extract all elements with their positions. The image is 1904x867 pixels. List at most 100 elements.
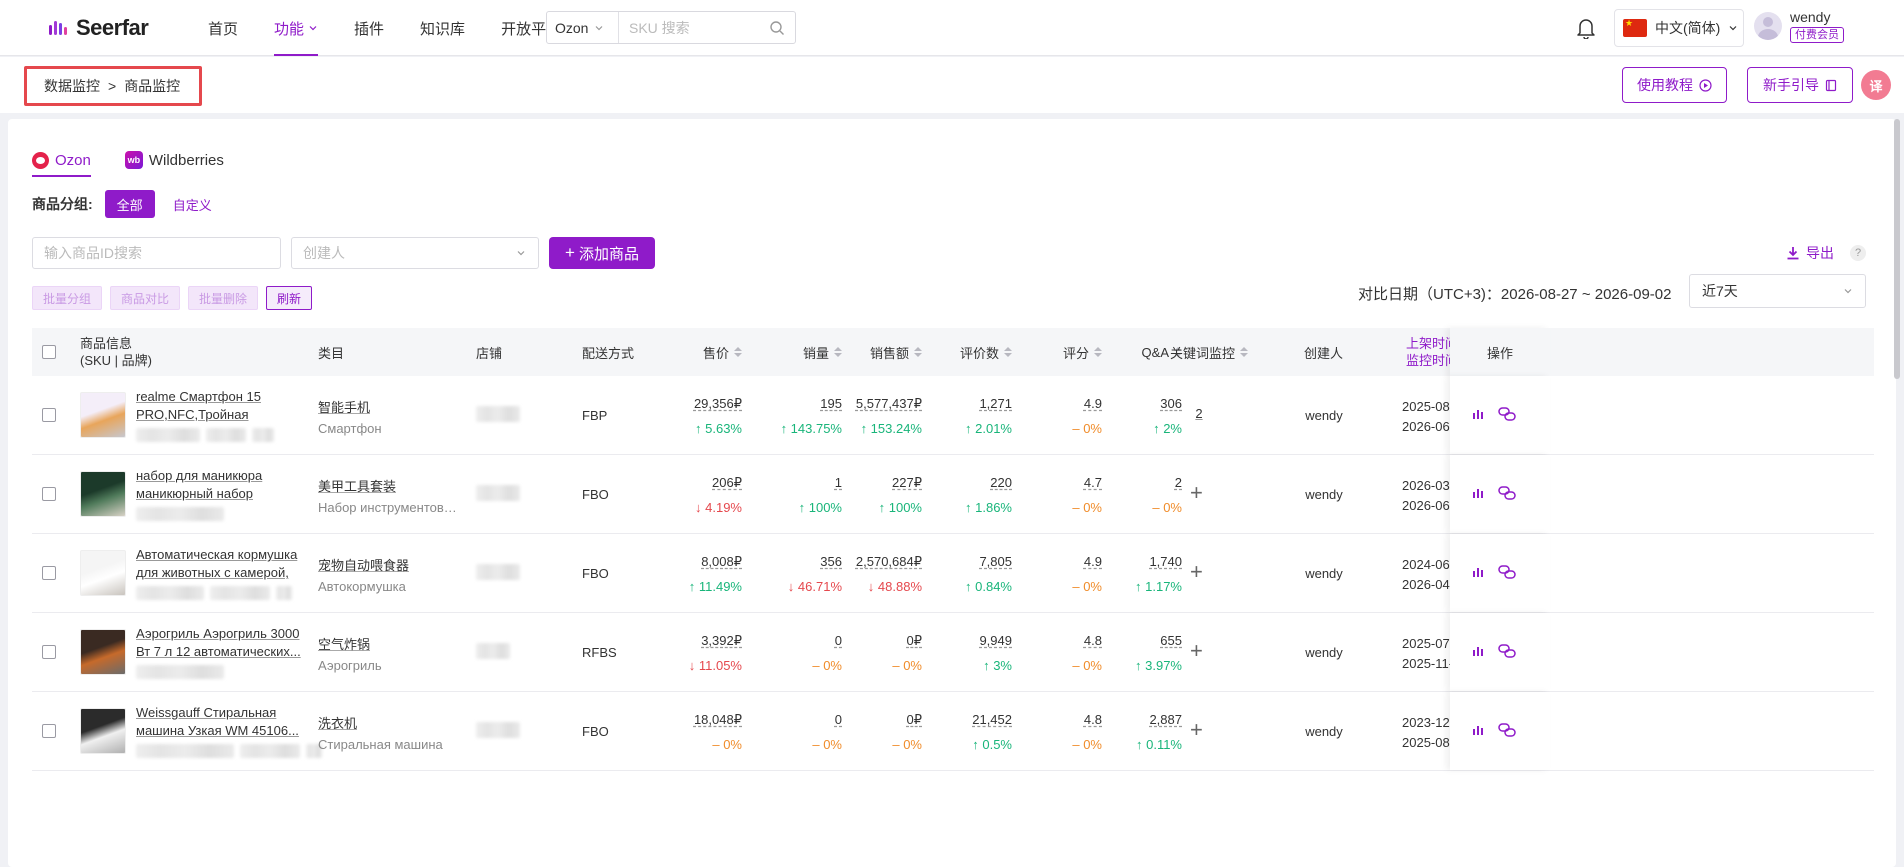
qa-value[interactable]: 2 [1102,475,1182,490]
keyword-count[interactable]: 2 [1179,406,1219,421]
product-name-link[interactable]: Weissgauff Стиральная машина Узкая WM 45… [136,704,306,740]
checkbox[interactable] [42,566,56,580]
reviews-value[interactable]: 7,805 [932,554,1012,569]
price-value[interactable]: 206₽ [662,475,742,491]
product-name-link[interactable]: Аэрогриль Аэрогриль 3000 Вт 7 л 12 автом… [136,625,306,661]
add-keyword-button[interactable]: + [1190,561,1203,583]
translate-icon[interactable]: 译 [1861,70,1891,100]
export-button[interactable]: 导出 ? [1786,243,1866,263]
bar-chart-icon[interactable] [1472,645,1484,657]
link-icon[interactable] [1498,564,1516,580]
bell-icon[interactable] [1576,17,1596,39]
category-cn[interactable]: 智能手机 [318,397,370,416]
link-icon[interactable] [1498,485,1516,501]
col-keywords[interactable]: 关键词监控 [1170,328,1249,376]
product-name-link[interactable]: Автоматическая кормушка для животных с к… [136,546,306,582]
category-cn[interactable]: 空气炸锅 [318,634,370,653]
sales-value[interactable]: 356 [762,554,842,569]
add-product-button[interactable]: + 添加商品 [549,237,655,269]
user-menu[interactable]: wendy 付费会员 [1754,9,1844,43]
product-id-search-input[interactable]: 输入商品ID搜索 [32,237,281,269]
price-value[interactable]: 8,008₽ [662,554,742,570]
rating-value[interactable]: 4.8 [1022,712,1102,727]
nav-plugins[interactable]: 插件 [354,0,384,56]
product-thumbnail[interactable] [80,550,126,596]
batch-group-button[interactable]: 批量分组 [32,286,103,310]
checkbox[interactable] [42,724,56,738]
sku-search-input[interactable]: SKU 搜索 [619,18,769,38]
revenue-value[interactable]: 0₽ [842,712,922,728]
period-select[interactable]: 近7天 [1689,274,1866,308]
row-checkbox[interactable] [42,408,56,422]
checkbox[interactable] [42,487,56,501]
checkbox[interactable] [42,645,56,659]
product-name-link[interactable]: набор для маникюра маникюрный набор женс… [136,467,306,503]
tab-wildberries[interactable]: wb Wildberries [124,145,224,175]
col-reviews[interactable]: 评价数 [932,328,1012,376]
sales-value[interactable]: 0 [762,712,842,727]
price-value[interactable]: 3,392₽ [662,633,742,649]
sales-value[interactable]: 0 [762,633,842,648]
link-icon[interactable] [1498,722,1516,738]
revenue-value[interactable]: 2,570,684₽ [842,554,922,570]
product-thumbnail[interactable] [80,392,126,438]
nav-home[interactable]: 首页 [208,0,238,56]
row-checkbox[interactable] [42,645,56,659]
add-keyword-button[interactable]: + [1190,719,1203,741]
row-checkbox[interactable] [42,566,56,580]
checkbox[interactable] [42,345,56,359]
qa-value[interactable]: 655 [1102,633,1182,648]
revenue-value[interactable]: 227₽ [842,475,922,491]
bar-chart-icon[interactable] [1472,487,1484,499]
bar-chart-icon[interactable] [1472,724,1484,736]
logo[interactable]: Seerfar [48,15,149,41]
group-custom-chip[interactable]: 自定义 [167,195,218,214]
reviews-value[interactable]: 1,271 [932,396,1012,411]
category-cn[interactable]: 宠物自动喂食器 [318,555,409,574]
col-rating[interactable]: 评分 [1022,328,1102,376]
platform-select[interactable]: Ozon [547,12,619,43]
compare-button[interactable]: 商品对比 [110,286,181,310]
nav-features[interactable]: 功能 [274,0,319,56]
sales-value[interactable]: 195 [762,396,842,411]
tutorial-button[interactable]: 使用教程 [1622,67,1727,103]
product-thumbnail[interactable] [80,471,126,517]
product-thumbnail[interactable] [80,629,126,675]
price-value[interactable]: 18,048₽ [662,712,742,728]
col-sales[interactable]: 销量 [762,328,842,376]
rating-value[interactable]: 4.9 [1022,396,1102,411]
link-icon[interactable] [1498,406,1516,422]
row-checkbox[interactable] [42,487,56,501]
bar-chart-icon[interactable] [1472,566,1484,578]
creator-select[interactable]: 创建人 [291,237,539,269]
add-keyword-button[interactable]: + [1190,640,1203,662]
revenue-value[interactable]: 5,577,437₽ [842,396,922,412]
checkbox[interactable] [42,408,56,422]
rating-value[interactable]: 4.8 [1022,633,1102,648]
price-value[interactable]: 29,356₽ [662,396,742,412]
add-keyword-button[interactable]: + [1190,482,1203,504]
category-cn[interactable]: 美甲工具套装 [318,476,396,495]
batch-delete-button[interactable]: 批量删除 [188,286,259,310]
rating-value[interactable]: 4.7 [1022,475,1102,490]
qa-value[interactable]: 2,887 [1102,712,1182,727]
sales-value[interactable]: 1 [762,475,842,490]
reviews-value[interactable]: 9,949 [932,633,1012,648]
row-checkbox[interactable] [42,724,56,738]
group-all-chip[interactable]: 全部 [104,190,155,218]
col-revenue[interactable]: 销售额 [842,328,922,376]
refresh-button[interactable]: 刷新 [266,286,313,310]
revenue-value[interactable]: 0₽ [842,633,922,649]
guide-button[interactable]: 新手引导 [1747,67,1853,103]
product-thumbnail[interactable] [80,708,126,754]
link-icon[interactable] [1498,643,1516,659]
help-icon[interactable]: ? [1850,245,1866,261]
rating-value[interactable]: 4.9 [1022,554,1102,569]
reviews-value[interactable]: 21,452 [932,712,1012,727]
tab-ozon[interactable]: Ozon [32,145,91,177]
language-select[interactable]: 中文(简体) [1614,9,1744,47]
category-cn[interactable]: 洗衣机 [318,713,357,732]
qa-value[interactable]: 306 [1102,396,1182,411]
reviews-value[interactable]: 220 [932,475,1012,490]
page-scrollbar[interactable] [1894,119,1900,379]
